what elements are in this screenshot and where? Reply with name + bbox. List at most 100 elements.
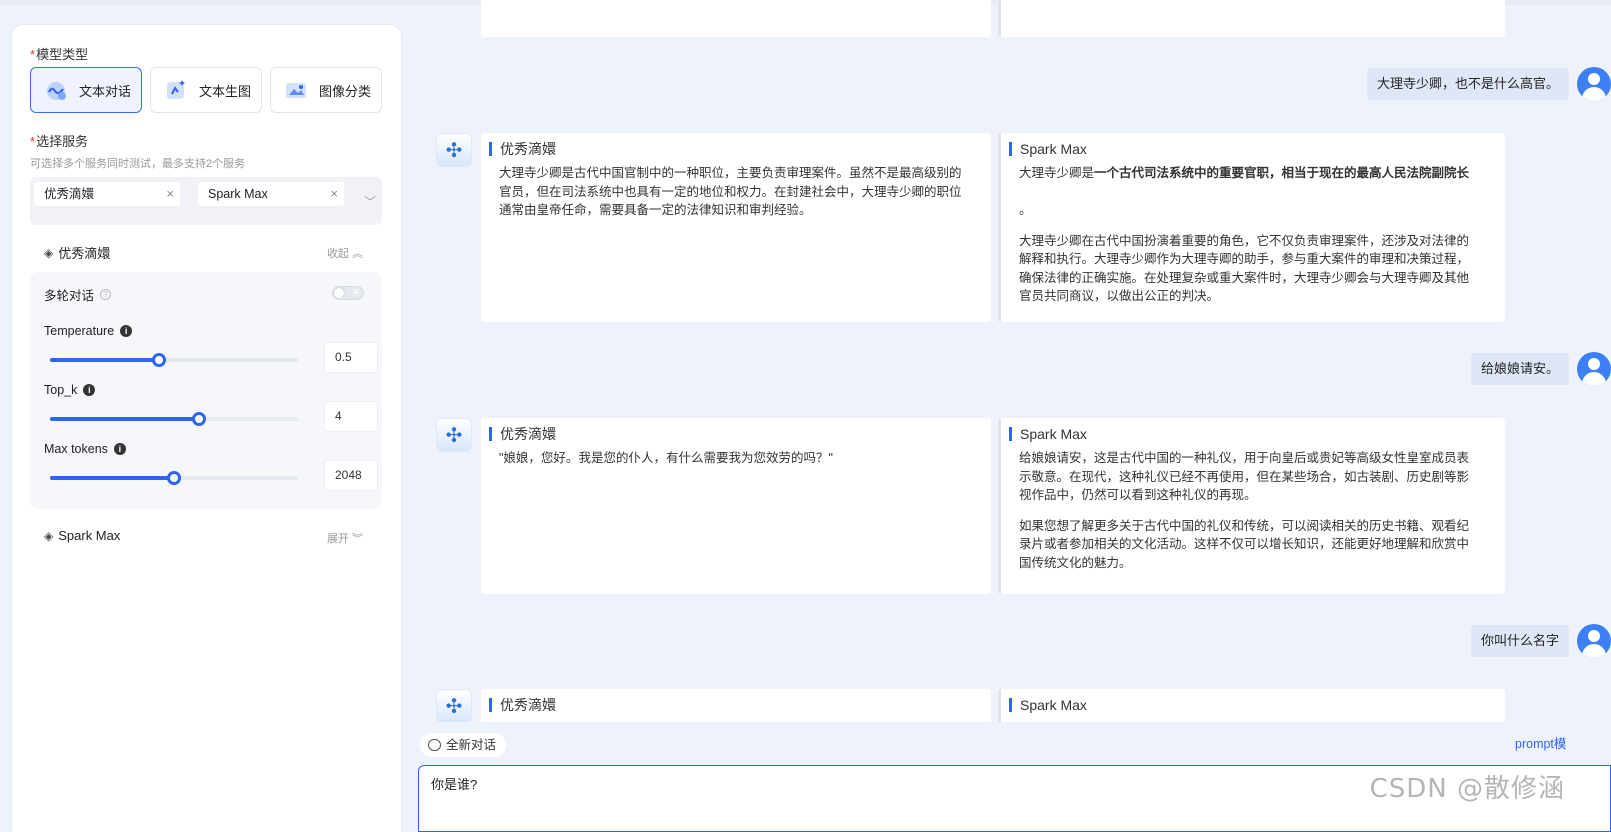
close-icon[interactable]: ×: [166, 182, 174, 206]
card-paragraph: "娘娘，您好。我是您的仆人，有什么需要我为您效劳的吗？": [499, 451, 833, 465]
card-paragraph: 如果您想了解更多关于古代中国的礼仪和传统，可以阅读相关的历史书籍、观看纪录片或者…: [1019, 518, 1470, 570]
new-chat-button[interactable]: 全新对话: [420, 733, 507, 757]
bot-logo-icon: ✣: [436, 418, 472, 452]
message-input[interactable]: [431, 774, 1031, 814]
card-body: 给娘娘请安，这是古代中国的一种礼仪，用于向皇后或贵妃等高级女性皇室成员表示敬意。…: [1019, 449, 1477, 584]
param-panel: 多轮对话 ? 关 Temperature i 0.5 Top_k i 4 Max…: [30, 272, 382, 509]
service-tag: 优秀滴嬛 ×: [34, 182, 180, 206]
card-body: 大理寺少卿是古代中国官制中的一种职位，主要负责审理案件。虽然不是最高级别的官员，…: [499, 164, 963, 232]
user-message: 你叫什么名字: [1470, 621, 1611, 661]
service-label: *选择服务: [30, 134, 89, 149]
user-message: 给娘娘请安。: [1470, 349, 1611, 389]
top-k-slider[interactable]: [50, 412, 298, 426]
bot-response-row: ✣ 优秀滴嬛 "娘娘，您好。我是您的仆人，有什么需要我为您效劳的吗？" Spar…: [436, 418, 1506, 594]
user-avatar: [1577, 352, 1611, 386]
group-header-youxiu: ◈ 优秀滴嬛: [44, 243, 110, 262]
top-k-input[interactable]: 4: [324, 401, 378, 432]
user-avatar: [1577, 67, 1611, 101]
response-card-right: Spark Max: [998, 689, 1505, 722]
switch-knob: [334, 288, 344, 298]
user-message: 大理寺少卿，也不是什么高官。: [1366, 64, 1611, 104]
chat-area: 大理寺少卿，也不是什么高官。 ✣ 优秀滴嬛 大理寺少卿是古代中国官制中的一种职位…: [418, 0, 1611, 722]
group-name: 优秀滴嬛: [58, 246, 111, 261]
chat-bubble-icon: [43, 77, 69, 103]
response-card-left: 优秀滴嬛: [481, 689, 991, 722]
response-card-right: [998, 0, 1505, 37]
bot-logo-icon: ✣: [436, 133, 472, 167]
service-tag: Spark Max ×: [198, 182, 344, 206]
card-title: 优秀滴嬛: [489, 142, 556, 156]
max-tokens-slider[interactable]: [50, 471, 298, 485]
model-type-label: *模型类型: [30, 47, 89, 62]
group-name: Spark Max: [58, 528, 121, 543]
card-title: 优秀滴嬛: [489, 698, 556, 712]
multi-turn-label: 多轮对话 ?: [44, 285, 112, 304]
card-body: 大理寺少卿是一个古代司法系统中的重要官职，相当于现在的最高人民法院副院长。 大理…: [1019, 164, 1477, 318]
slider-fill: [50, 476, 174, 480]
user-bubble: 大理寺少卿，也不是什么高官。: [1366, 68, 1569, 100]
watermark: CSDN @散修涵: [1369, 774, 1565, 804]
service-select[interactable]: 优秀滴嬛 × Spark Max × ﹀: [30, 177, 382, 225]
chevron-down-icon[interactable]: ﹀: [364, 193, 376, 210]
slider-thumb[interactable]: [152, 353, 167, 367]
close-icon[interactable]: ×: [330, 182, 338, 206]
user-bubble: 你叫什么名字: [1470, 625, 1569, 657]
top-k-label: Top_k i: [44, 383, 96, 397]
response-card-left: [481, 0, 991, 37]
bot-response-row: ✣ 优秀滴嬛 大理寺少卿是古代中国官制中的一种职位，主要负责审理案件。虽然不是最…: [436, 133, 1506, 323]
temperature-slider[interactable]: [50, 353, 298, 367]
card-paragraph: 大理寺少卿是一个古代司法系统中的重要官职，相当于现在的最高人民法院副院长。: [1019, 166, 1470, 217]
layers-icon: ◈: [44, 528, 54, 543]
model-type-image-classify[interactable]: 图像分类: [270, 67, 382, 113]
response-card-left: 优秀滴嬛 "娘娘，您好。我是您的仆人，有什么需要我为您效劳的吗？": [481, 418, 991, 594]
info-icon[interactable]: i: [120, 325, 133, 337]
slider-thumb[interactable]: [191, 412, 206, 426]
max-tokens-label: Max tokens i: [44, 442, 126, 456]
card-paragraph: 大理寺少卿在古代中国扮演着重要的角色，它不仅负责审理案件，还涉及对法律的解释和执…: [1019, 233, 1470, 304]
model-type-label-text: 文本生图: [199, 83, 252, 99]
chevron-up-icon: ︽: [352, 248, 363, 260]
bot-logo-icon: ✣: [436, 689, 472, 722]
service-hint: 可选择多个服务同时测试，最多支持2个服务: [30, 158, 246, 170]
chat-icon: [428, 739, 441, 751]
model-type-text-chat[interactable]: 文本对话: [30, 67, 142, 113]
user-avatar: [1577, 624, 1611, 658]
card-title: Spark Max: [1009, 427, 1087, 441]
image-classify-icon: [283, 77, 309, 103]
temperature-label: Temperature i: [44, 324, 133, 338]
group-header-spark: ◈ Spark Max: [44, 528, 120, 543]
layers-icon: ◈: [44, 245, 54, 260]
card-title: 优秀滴嬛: [489, 427, 556, 441]
help-icon[interactable]: ?: [100, 289, 112, 300]
chevron-down-icon: ︾: [352, 533, 363, 545]
card-title: Spark Max: [1009, 142, 1087, 156]
user-bubble: 给娘娘请安。: [1470, 353, 1569, 385]
info-icon[interactable]: i: [83, 384, 96, 396]
new-chat-label: 全新对话: [446, 738, 497, 752]
model-type-text-to-image[interactable]: 文本生图: [150, 67, 262, 113]
prompt-template-link[interactable]: prompt模: [1515, 733, 1566, 752]
bot-response-row: ✣ 优秀滴嬛 Spark Max: [436, 689, 1506, 722]
slider-thumb[interactable]: [167, 471, 181, 485]
max-tokens-input[interactable]: 2048: [324, 460, 378, 491]
response-card-right: Spark Max 给娘娘请安，这是古代中国的一种礼仪，用于向皇后或贵妃等高级女…: [998, 418, 1505, 594]
response-card-right: Spark Max 大理寺少卿是一个古代司法系统中的重要官职，相当于现在的最高人…: [998, 133, 1505, 322]
expand-toggle[interactable]: 展开 ︾: [327, 530, 363, 546]
collapse-toggle[interactable]: 收起 ︽: [327, 245, 363, 261]
temperature-input[interactable]: 0.5: [324, 342, 378, 373]
multi-turn-switch[interactable]: 关: [332, 286, 364, 300]
model-type-label-text: 文本对话: [79, 83, 132, 99]
slider-fill: [50, 358, 160, 362]
card-title: Spark Max: [1009, 698, 1087, 712]
slider-fill: [50, 417, 199, 421]
switch-text: 关: [352, 288, 360, 297]
response-card-left: 优秀滴嬛 大理寺少卿是古代中国官制中的一种职位，主要负责审理案件。虽然不是最高级…: [481, 133, 991, 322]
card-body: "娘娘，您好。我是您的仆人，有什么需要我为您效劳的吗？": [499, 449, 963, 480]
service-tag-label: 优秀滴嬛: [44, 187, 95, 201]
info-icon[interactable]: i: [113, 443, 126, 455]
card-paragraph: 给娘娘请安，这是古代中国的一种礼仪，用于向皇后或贵妃等高级女性皇室成员表示敬意。…: [1019, 451, 1470, 502]
sidebar: *模型类型 文本对话 文本生图 图像分类 *选择服务 可选择多个服务同时测试，最…: [11, 24, 402, 832]
card-paragraph: 大理寺少卿是古代中国官制中的一种职位，主要负责审理案件。虽然不是最高级别的官员，…: [499, 166, 962, 217]
text-to-image-icon: [163, 77, 189, 103]
service-tag-label: Spark Max: [208, 187, 268, 201]
